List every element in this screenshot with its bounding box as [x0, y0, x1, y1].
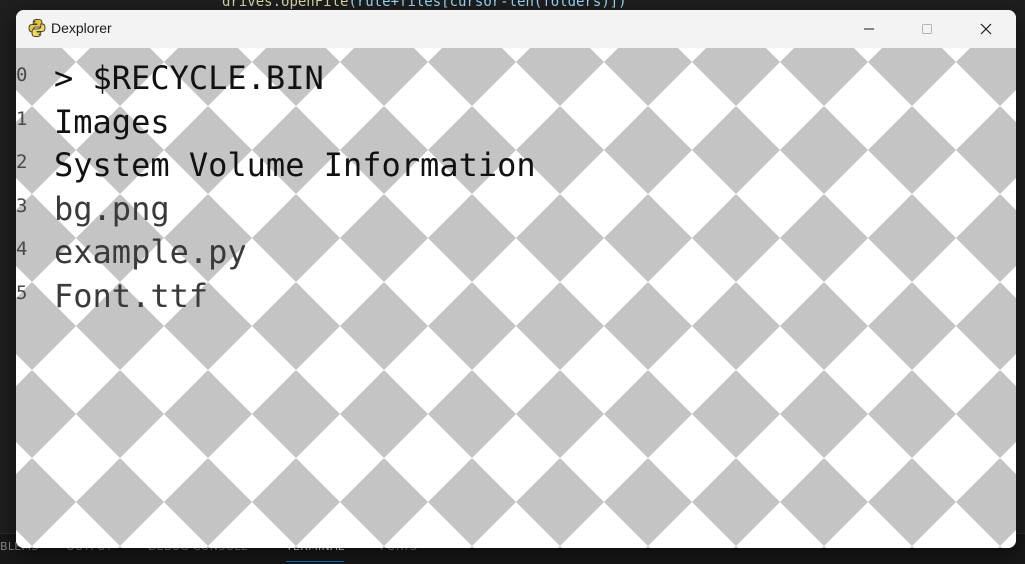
row-index: 2	[16, 151, 28, 173]
list-item-bg-png[interactable]: 3 bg.png	[16, 183, 1016, 228]
code-token: openFile	[281, 0, 349, 10]
python-icon	[27, 18, 47, 38]
code-line-fragment: drives.openFile(rute+files[cursor-len(fo…	[222, 0, 627, 10]
close-button[interactable]	[957, 10, 1015, 48]
entry-name: $RECYCLE.BIN	[92, 59, 324, 97]
title-bar[interactable]: Dexplorer	[16, 10, 1016, 48]
minimize-icon	[864, 28, 874, 30]
row-index: 0	[16, 64, 28, 86]
maximize-button[interactable]	[898, 10, 956, 48]
list-item-font-ttf[interactable]: 5 Font.ttf	[16, 270, 1016, 315]
code-token: .	[272, 0, 282, 10]
row-index: 5	[16, 282, 28, 304]
list-item-recycle-bin[interactable]: 0 > $RECYCLE.BIN	[16, 52, 1016, 98]
list-item-images[interactable]: 1 Images	[16, 96, 1016, 141]
row-label: Font.ttf	[54, 277, 209, 315]
code-token: (rute+files[cursor-len(folders)])	[348, 0, 627, 10]
row-index: 3	[16, 195, 28, 217]
cursor-marker: >	[54, 59, 74, 97]
code-token: drives	[222, 0, 273, 10]
minimize-button[interactable]	[840, 10, 898, 48]
dexplorer-window: Dexplorer 0 > $RECYCLE.BIN 1 Images 2 Sy…	[16, 10, 1016, 548]
row-label: > $RECYCLE.BIN	[54, 58, 324, 98]
row-label: Images	[54, 103, 170, 141]
row-label: bg.png	[54, 190, 170, 228]
window-title: Dexplorer	[51, 20, 112, 36]
list-item-example-py[interactable]: 4 example.py	[16, 226, 1016, 271]
row-index: 1	[16, 108, 28, 130]
maximize-icon	[922, 24, 932, 34]
file-list-canvas[interactable]: 0 > $RECYCLE.BIN 1 Images 2 System Volum…	[16, 48, 1016, 548]
row-label: System Volume Information	[54, 146, 536, 184]
close-icon	[980, 23, 992, 35]
row-label: example.py	[54, 233, 247, 271]
list-item-system-volume-information[interactable]: 2 System Volume Information	[16, 139, 1016, 184]
row-index: 4	[16, 238, 28, 260]
